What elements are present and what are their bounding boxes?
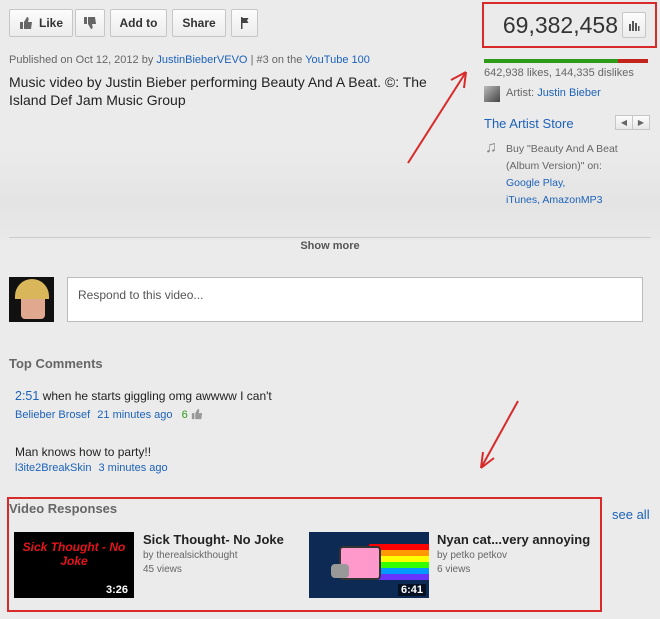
annotation-arrow-1 <box>407 71 467 164</box>
annotation-arrow-2 <box>480 400 519 469</box>
annotation-arrows <box>407 71 519 469</box>
